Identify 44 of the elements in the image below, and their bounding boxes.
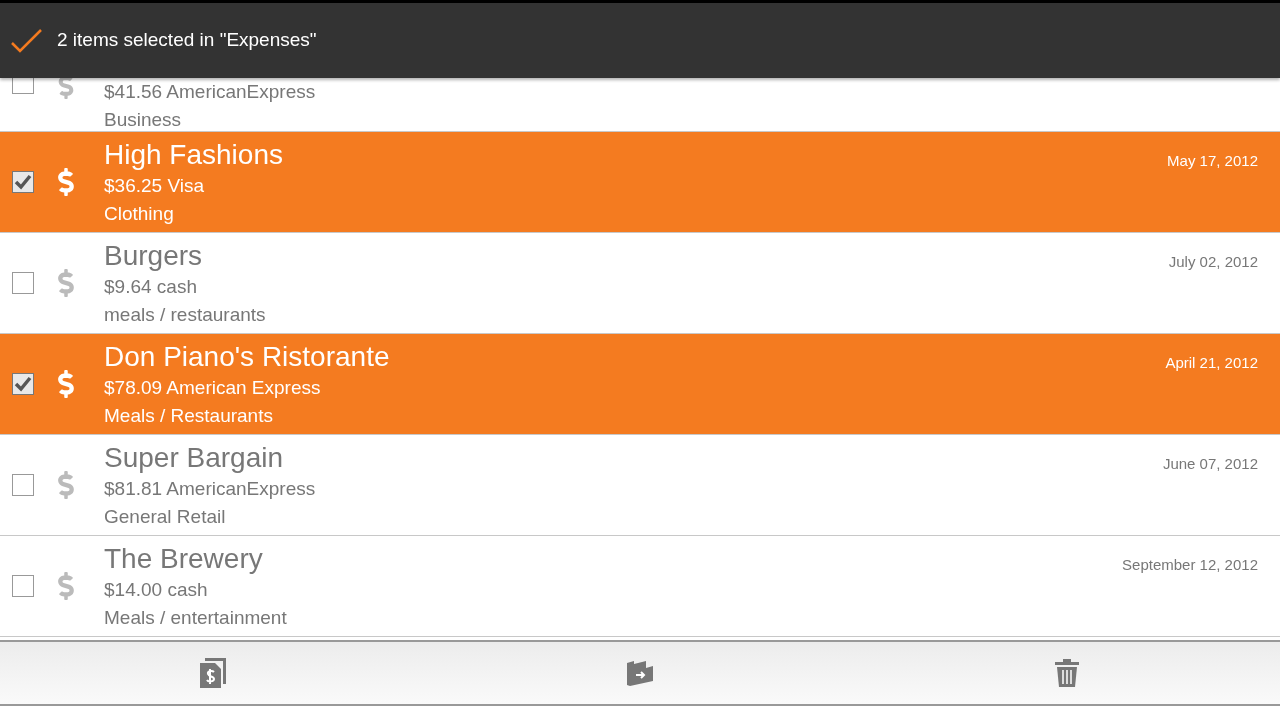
checkbox[interactable] (12, 575, 34, 597)
dollar-icon (57, 370, 75, 398)
expense-date: June 07, 2012 (1162, 454, 1258, 474)
expense-category: meals / restaurants (104, 303, 267, 327)
expense-category: Meals / Restaurants (104, 404, 274, 428)
move-to-folder-icon[interactable] (626, 660, 654, 686)
expense-category: Meals / entertainment (104, 606, 288, 630)
expense-date: July 02, 2012 (1168, 252, 1258, 272)
expense-category: Clothing (104, 202, 175, 226)
expense-category: General Retail (104, 505, 227, 529)
dollar-icon (57, 269, 75, 297)
expense-row[interactable]: Don Piano's Ristorante $78.09 American Express Meals / Restaurants April 21, 2012 (0, 334, 1280, 435)
expense-date: April 21, 2012 (1165, 353, 1258, 373)
checkbox[interactable] (12, 171, 34, 193)
expense-amount: $9.64 cash (104, 275, 198, 299)
expense-title: Burgers (104, 239, 204, 273)
dollar-icon (57, 471, 75, 499)
checkmark-icon (14, 174, 32, 190)
checkbox[interactable] (12, 272, 34, 294)
selection-title: 2 items selected in "Expenses" (57, 28, 317, 53)
expense-date: September 12, 2012 (1122, 555, 1258, 575)
done-check-icon[interactable] (11, 28, 43, 53)
dollar-icon (57, 572, 75, 600)
dollar-icon (57, 168, 75, 196)
expense-amount: $41.56 AmericanExpress (104, 80, 316, 104)
checkbox[interactable] (12, 78, 34, 94)
expense-title: The Brewery (104, 542, 264, 576)
checkbox[interactable] (12, 474, 34, 496)
expense-category: Business (104, 108, 183, 132)
expense-amount: $78.09 American Express (104, 376, 322, 400)
checkbox[interactable] (12, 373, 34, 395)
expense-date: May 17, 2012 (1167, 151, 1258, 171)
expense-row[interactable]: $41.56 AmericanExpress Business (0, 78, 1280, 132)
expense-row[interactable]: High Fashions $36.25 Visa Clothing May 17, 2012 (0, 132, 1280, 233)
checkmark-icon (14, 376, 32, 392)
expense-amount: $81.81 AmericanExpress (104, 477, 317, 501)
copy-expense-icon[interactable] (199, 657, 228, 689)
expense-title: Don Piano's Ristorante (104, 340, 391, 374)
expense-amount: $14.00 cash (104, 578, 209, 602)
dollar-icon (57, 78, 75, 99)
trash-icon[interactable] (1053, 658, 1080, 688)
expense-amount: $36.25 Visa (104, 174, 205, 198)
expense-title: Super Bargain (104, 441, 284, 475)
expense-title: High Fashions (104, 138, 284, 172)
